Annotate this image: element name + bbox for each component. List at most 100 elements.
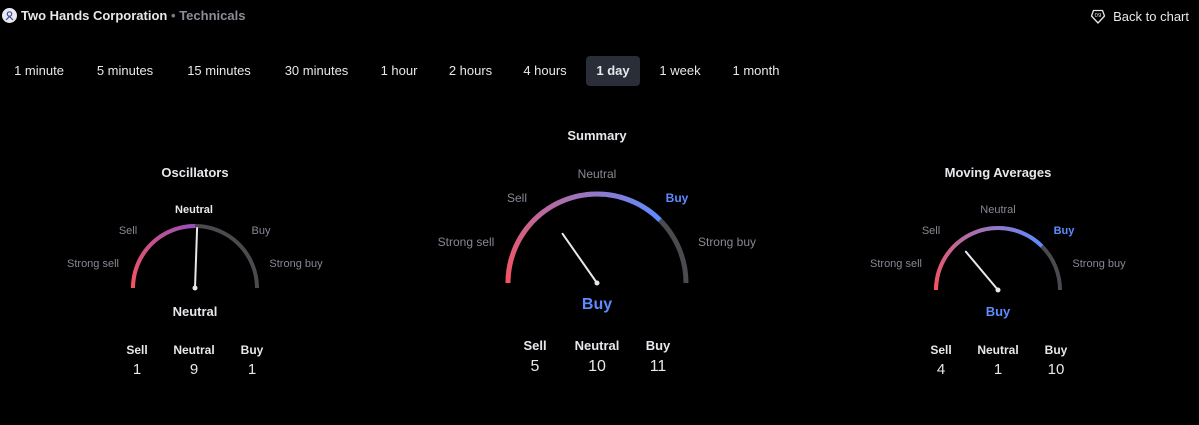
tab-1-month[interactable]: 1 month — [721, 56, 791, 86]
summary-buy-label: Buy — [645, 338, 671, 353]
moving-averages-arc-segment — [1007, 226, 1014, 232]
moving-averages-arc-segment — [938, 260, 945, 268]
oscillators-arc-segment — [137, 255, 144, 262]
oscillators-arc-segment — [174, 226, 180, 232]
moving-averages-label-neutral: Neutral — [980, 204, 1016, 216]
header: Two Hands Corporation • Technicals 09 Ba… — [0, 0, 1199, 32]
moving-averages-arc-segment — [1036, 241, 1044, 248]
moving-averages-arc-segment — [1029, 235, 1036, 242]
summary-arc-segment — [506, 264, 513, 272]
oscillators-arc-segment — [139, 252, 146, 259]
oscillators-needle-pivot — [192, 285, 198, 291]
tab-1-day[interactable]: 1 day — [586, 56, 640, 86]
summary-needle — [561, 232, 598, 284]
summary-arc-segment — [510, 247, 518, 256]
oscillators-arc-segment — [146, 242, 153, 249]
moving-averages-arc-segment — [964, 232, 972, 239]
summary-arc-segment — [541, 206, 550, 215]
summary-arc-segment — [536, 210, 545, 218]
oscillators-label-strong-sell: Strong sell — [67, 258, 119, 270]
oscillators-label-sell: Sell — [118, 225, 138, 237]
moving-averages-arc-segment — [934, 274, 940, 281]
tab-4-hours[interactable]: 4 hours — [512, 56, 578, 86]
moving-averages-label-sell: Sell — [921, 225, 941, 237]
section-name: Technicals — [179, 8, 246, 23]
tab-1-week[interactable]: 1 week — [649, 56, 711, 86]
summary-arc-segment — [508, 252, 516, 261]
oscillators-arc-segment — [182, 224, 188, 230]
moving-averages-track — [934, 226, 1062, 291]
summary-label-strong-buy: Strong buy — [697, 235, 757, 249]
summary-track — [505, 191, 689, 284]
moving-averages-arc-segment — [943, 252, 950, 259]
summary-arc-segment — [505, 270, 512, 278]
summary-arc-segment — [507, 258, 514, 267]
summary-arc-segment — [546, 203, 555, 212]
moving-averages-arc-segment — [973, 228, 980, 235]
chart-pin-icon: 09 — [1090, 9, 1106, 24]
oscillators-buy-value: 1 — [247, 361, 257, 378]
moving-averages-arc-segment — [1020, 230, 1028, 237]
summary-arc-segment — [556, 198, 565, 206]
company-name: Two Hands Corporation — [21, 8, 168, 23]
oscillators-arc-segment — [144, 245, 151, 252]
moving-averages-arc-segment — [983, 226, 990, 232]
summary-buy-value: 11 — [649, 358, 667, 375]
moving-averages-arc-segment — [987, 226, 994, 231]
oscillators-sell-count: Sell 1 — [126, 343, 147, 378]
oscillators-sell-label: Sell — [126, 343, 148, 357]
summary-arc-segment — [551, 200, 560, 209]
oscillators-label-buy: Buy — [251, 225, 271, 237]
moving-averages-sell-label: Sell — [930, 343, 952, 357]
moving-averages-arc-segment — [968, 230, 976, 237]
summary-neutral-count: Neutral 10 — [575, 338, 620, 376]
summary-result: Buy — [581, 296, 613, 313]
moving-averages-sell-value: 4 — [936, 361, 946, 378]
moving-averages-buy-count: Buy 10 — [1045, 343, 1068, 378]
summary-arc-segment — [524, 222, 533, 231]
summary-arc-segment — [645, 206, 654, 215]
oscillators-title: Oscillators — [161, 165, 229, 180]
tab-1-minute[interactable]: 1 minute — [2, 56, 76, 86]
tab-1-hour[interactable]: 1 hour — [370, 56, 428, 86]
oscillators-arc-segment — [163, 230, 169, 237]
oscillators-arc-segment — [178, 225, 184, 231]
oscillators-arc-segment — [149, 239, 156, 246]
oscillators-arc-segment — [141, 248, 148, 255]
tab-2-hours[interactable]: 2 hours — [438, 56, 503, 86]
moving-averages-arc-segment — [978, 227, 985, 233]
oscillators-neutral-count: Neutral 9 — [173, 343, 214, 378]
moving-averages-neutral-label: Neutral — [977, 343, 1019, 357]
summary-sell-value: 5 — [530, 358, 540, 375]
moving-averages-neutral-value: 1 — [993, 361, 1003, 378]
title-separator: • — [171, 8, 176, 23]
oscillators-neutral-value: 9 — [189, 361, 199, 378]
summary-gauge-dial — [505, 191, 689, 286]
moving-averages-arc-segment — [956, 237, 964, 245]
summary-arc-segment — [624, 196, 633, 204]
moving-averages-needle — [964, 250, 999, 291]
tab-15-minutes[interactable]: 15 minutes — [175, 56, 263, 86]
summary-arc-segment — [649, 210, 658, 219]
moving-averages-arc-segment — [952, 241, 960, 248]
summary-arc-segment — [613, 193, 622, 200]
oscillators-arc-segment — [152, 236, 159, 243]
tab-5-minutes[interactable]: 5 minutes — [86, 56, 164, 86]
company-logo-icon — [2, 8, 17, 23]
summary-label-sell: Sell — [506, 191, 528, 205]
summary-arc-segment — [520, 226, 529, 235]
back-to-chart-button[interactable]: 09 Back to chart — [1089, 6, 1189, 26]
oscillators-arc-segment — [159, 232, 166, 239]
oscillators-arc-segment — [131, 275, 137, 281]
summary-arc-segment — [585, 191, 592, 198]
moving-averages-sell-count: Sell 4 — [930, 343, 951, 378]
oscillators-arc-segment — [156, 234, 163, 241]
tab-30-minutes[interactable]: 30 minutes — [273, 56, 360, 86]
summary-arc-segment — [619, 194, 628, 202]
moving-averages-arc-segment — [1002, 226, 1009, 231]
technicals-page: Two Hands Corporation • Technicals 09 Ba… — [0, 0, 1199, 425]
summary-sell-label: Sell — [523, 338, 547, 353]
summary-label-strong-sell: Strong sell — [437, 235, 495, 249]
moving-averages-arc-segment — [960, 235, 968, 242]
moving-averages-label-buy: Buy — [1053, 225, 1075, 237]
